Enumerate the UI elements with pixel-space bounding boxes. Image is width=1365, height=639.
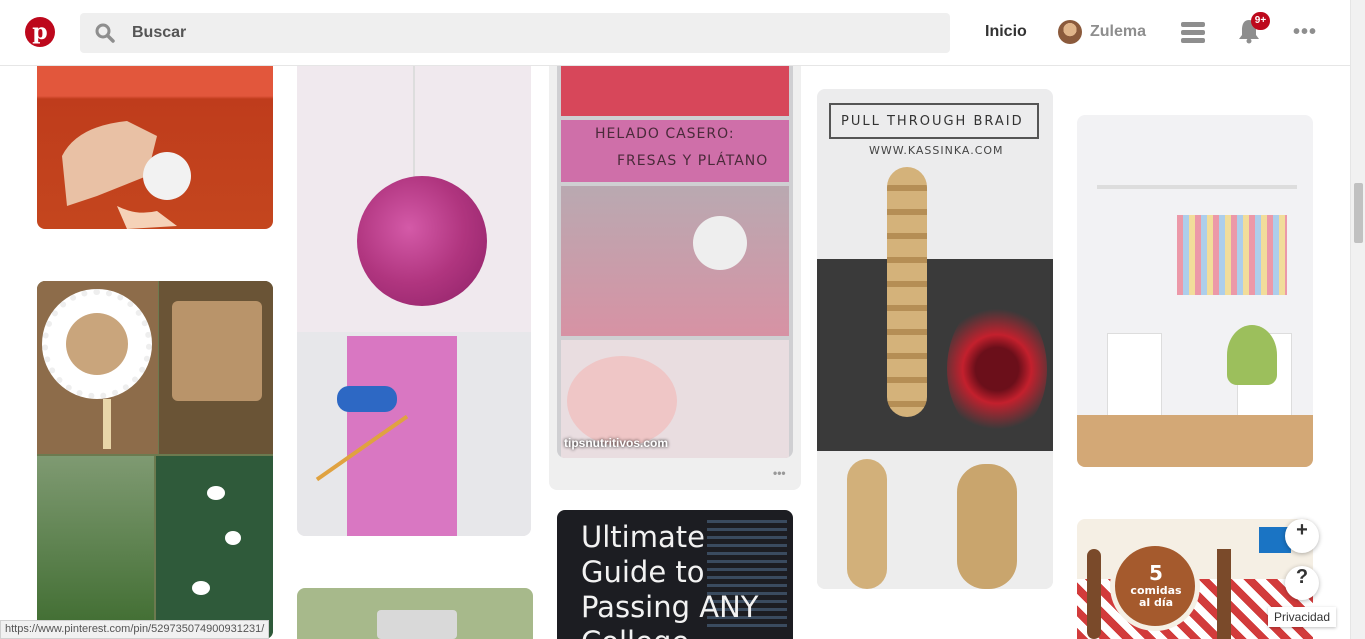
help-button[interactable]: ? (1285, 566, 1319, 600)
guide-title: Ultimate Guide to Passing ANY College (581, 520, 759, 639)
pin-lightbulb-craft[interactable] (37, 66, 273, 229)
pinterest-logo-icon[interactable]: p (25, 17, 55, 47)
menu-icon[interactable] (1181, 22, 1205, 44)
recipe-title-line2: FRESAS Y PLÁTANO (617, 153, 769, 169)
recipe-title-line1: HELADO CASERO: (595, 126, 735, 142)
search-icon (95, 23, 115, 43)
search-input[interactable] (132, 13, 932, 53)
avatar[interactable] (1058, 20, 1082, 44)
pin-tissue-pomander[interactable] (297, 66, 531, 536)
more-options-icon[interactable]: ••• (1293, 22, 1317, 42)
pin-more-icon[interactable]: ••• (773, 466, 786, 480)
pin-wedding-collage[interactable] (37, 281, 273, 639)
privacy-link[interactable]: Privacidad (1268, 607, 1337, 627)
top-header: p Inicio Zulema 9+ ••• (0, 0, 1350, 66)
scrollbar-thumb[interactable] (1354, 183, 1363, 243)
pin-craft-room[interactable] (1077, 115, 1313, 467)
page-scrollbar[interactable] (1350, 0, 1365, 639)
pin-camera-photo[interactable] (297, 588, 533, 639)
hand-holding-bulb-illustration (62, 121, 191, 229)
braid-title: PULL THROUGH BRAID (841, 114, 1024, 129)
pin-source-label: tipsnutritivos.com (564, 436, 669, 450)
status-bar-url: https://www.pinterest.com/pin/5297350749… (0, 620, 270, 639)
pin-college-guide[interactable]: Ultimate Guide to Passing ANY College (557, 510, 793, 639)
pin-pull-through-braid[interactable]: PULL THROUGH BRAID WWW.KASSINKA.COM (817, 89, 1053, 589)
pink-flower-ball-illustration (357, 176, 487, 306)
comidas-number: 5 (1149, 561, 1163, 585)
home-link[interactable]: Inicio (985, 23, 1027, 41)
notification-badge: 9+ (1251, 12, 1270, 30)
braid-illustration (887, 167, 927, 417)
search-bar[interactable] (80, 13, 950, 53)
comidas-text: comidas al día (1130, 584, 1182, 609)
braid-site: WWW.KASSINKA.COM (869, 144, 1004, 157)
doily-fan-illustration (42, 289, 152, 399)
user-profile-link[interactable]: Zulema (1090, 23, 1146, 41)
add-pin-button[interactable]: + (1285, 519, 1319, 553)
pin-ice-cream-recipe[interactable]: HELADO CASERO: FRESAS Y PLÁTANO tipsnutr… (557, 66, 793, 458)
